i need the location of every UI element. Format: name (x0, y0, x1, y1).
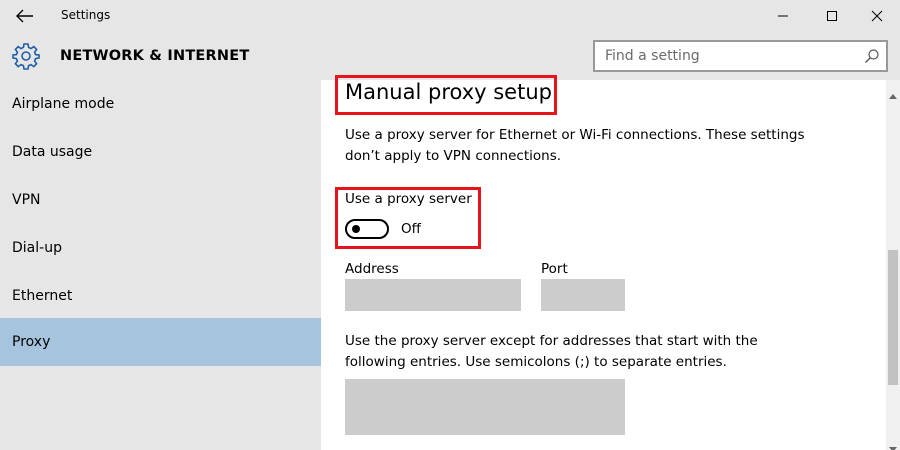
close-icon (871, 7, 883, 26)
proxy-description-line-1: Use a proxy server for Ethernet or Wi-Fi… (345, 127, 805, 143)
sidebar-item-airplane-mode[interactable]: Airplane mode (0, 80, 321, 128)
maximize-icon (826, 7, 838, 26)
search-icon[interactable] (864, 48, 880, 64)
maximize-button[interactable] (809, 0, 855, 32)
minimize-icon (777, 7, 789, 26)
address-input[interactable] (345, 279, 521, 311)
sidebar: Airplane mode Data usage VPN Dial-up Eth… (0, 80, 321, 450)
back-arrow-icon[interactable] (14, 6, 36, 26)
title-bar: Settings (0, 0, 900, 32)
toggle-knob (352, 225, 360, 233)
proxy-description: Use a proxy server for Ethernet or Wi-Fi… (345, 125, 805, 167)
window-title: Settings (61, 8, 111, 22)
exceptions-description-line-1: Use the proxy server except for addresse… (345, 333, 758, 349)
port-label: Port (541, 261, 568, 277)
exceptions-description-line-2: following entries. Use semicolons (;) to… (345, 354, 727, 370)
scroll-up-arrow-icon[interactable] (889, 84, 897, 103)
page-title: Manual proxy setup (345, 80, 552, 104)
proxy-toggle-switch[interactable] (345, 219, 389, 239)
scroll-thumb[interactable] (888, 250, 898, 385)
search-box[interactable] (593, 40, 888, 72)
settings-header: NETWORK & INTERNET (0, 32, 900, 80)
address-label: Address (345, 261, 399, 277)
sidebar-item-dial-up[interactable]: Dial-up (0, 224, 321, 272)
minimize-button[interactable] (760, 0, 806, 32)
exceptions-description: Use the proxy server except for addresse… (345, 331, 805, 373)
proxy-toggle-state: Off (401, 221, 421, 237)
close-button[interactable] (854, 0, 900, 32)
sidebar-item-ethernet[interactable]: Ethernet (0, 272, 321, 320)
gear-icon (12, 42, 40, 70)
content-pane: Manual proxy setup Use a proxy server fo… (321, 75, 900, 450)
sidebar-item-proxy[interactable]: Proxy (0, 318, 321, 366)
sidebar-item-data-usage[interactable]: Data usage (0, 128, 321, 176)
exceptions-input[interactable] (345, 379, 625, 435)
proxy-description-line-2: don’t apply to VPN connections. (345, 148, 562, 164)
section-title: NETWORK & INTERNET (60, 48, 250, 64)
content-scrollbar[interactable] (886, 80, 900, 450)
search-input[interactable] (595, 42, 855, 70)
scroll-down-arrow-icon[interactable] (889, 438, 897, 450)
sidebar-item-vpn[interactable]: VPN (0, 176, 321, 224)
port-input[interactable] (541, 279, 625, 311)
proxy-toggle-label: Use a proxy server (345, 191, 472, 207)
